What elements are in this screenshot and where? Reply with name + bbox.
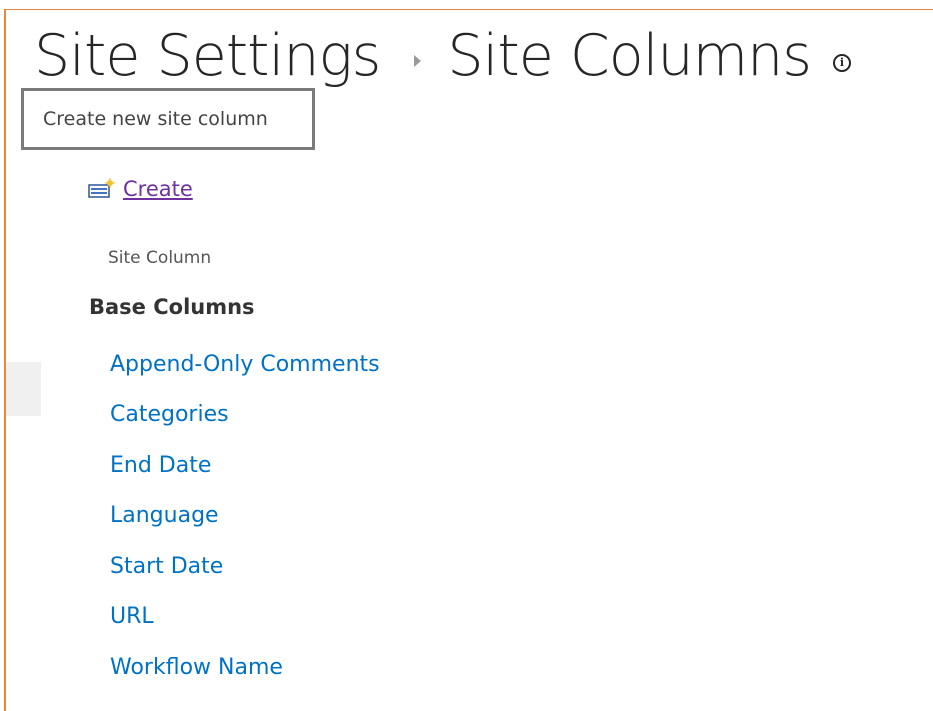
list-item: Append-Only Comments bbox=[110, 339, 380, 390]
new-column-icon[interactable] bbox=[88, 178, 116, 200]
column-link-url[interactable]: URL bbox=[110, 604, 154, 629]
list-item: Language bbox=[110, 491, 380, 542]
page-title: Site Settings Site Columns i bbox=[34, 16, 851, 96]
create-link[interactable]: Create bbox=[123, 177, 193, 201]
list-item: Start Date bbox=[110, 541, 380, 592]
list-item: End Date bbox=[110, 440, 380, 491]
column-link-workflow-name[interactable]: Workflow Name bbox=[110, 655, 283, 680]
breadcrumb-site-columns: Site Columns bbox=[447, 23, 812, 89]
tooltip-text: Create new site column bbox=[43, 108, 268, 130]
column-link-end-date[interactable]: End Date bbox=[110, 453, 211, 478]
group-header-base-columns: Base Columns bbox=[89, 295, 255, 319]
info-circle-icon[interactable]: i bbox=[832, 54, 851, 72]
create-toolbar: Create bbox=[88, 172, 193, 206]
column-list: Append-Only Comments Categories End Date… bbox=[110, 339, 380, 693]
column-link-append-only-comments[interactable]: Append-Only Comments bbox=[110, 352, 380, 377]
list-item: URL bbox=[110, 592, 380, 643]
site-column-header[interactable]: Site Column bbox=[108, 248, 211, 268]
side-panel-block bbox=[6, 362, 41, 416]
list-item: Workflow Name bbox=[110, 642, 380, 693]
create-tooltip: Create new site column bbox=[21, 88, 315, 150]
breadcrumb-site-settings[interactable]: Site Settings bbox=[34, 23, 381, 89]
list-item: Categories bbox=[110, 390, 380, 441]
column-link-language[interactable]: Language bbox=[110, 503, 219, 528]
column-link-categories[interactable]: Categories bbox=[110, 402, 229, 427]
breadcrumb-separator-icon bbox=[414, 55, 422, 67]
column-link-start-date[interactable]: Start Date bbox=[110, 554, 223, 579]
